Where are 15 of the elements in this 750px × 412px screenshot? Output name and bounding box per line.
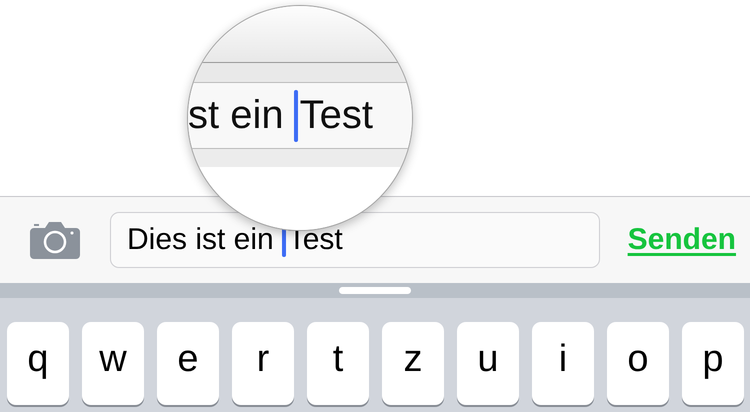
keyboard-key[interactable]: i	[532, 322, 594, 405]
keyboard-key[interactable]: q	[7, 322, 69, 405]
magnified-text: st ein	[188, 93, 284, 138]
keyboard-key[interactable]: r	[232, 322, 294, 405]
keyboard-key[interactable]: w	[82, 322, 144, 405]
keyboard-key[interactable]: p	[682, 322, 744, 405]
drag-handle[interactable]	[339, 287, 411, 294]
camera-icon[interactable]	[30, 221, 80, 259]
keyboard-key[interactable]: o	[607, 322, 669, 405]
keyboard-key[interactable]: t	[307, 322, 369, 405]
keyboard-key[interactable]: z	[382, 322, 444, 405]
magnified-text: Test	[300, 93, 373, 138]
keyboard-key[interactable]: e	[157, 322, 219, 405]
text-cursor	[294, 90, 298, 142]
keyboard-key[interactable]: u	[457, 322, 519, 405]
